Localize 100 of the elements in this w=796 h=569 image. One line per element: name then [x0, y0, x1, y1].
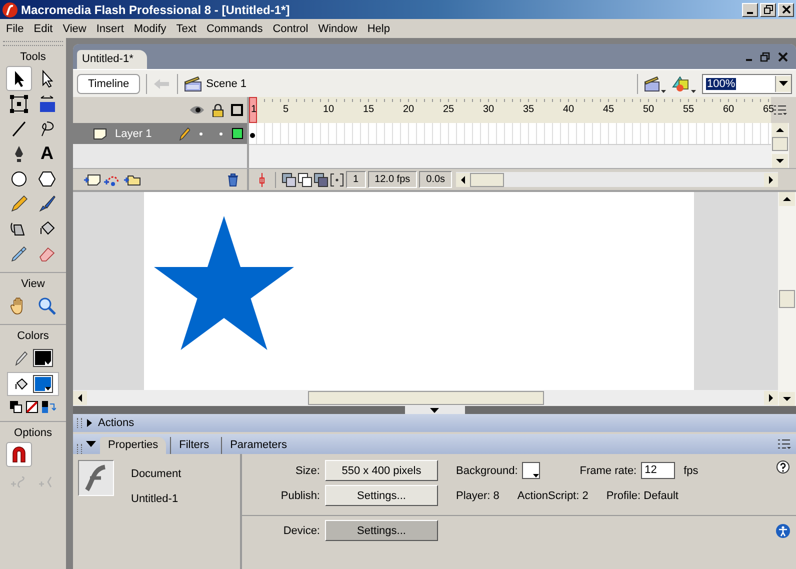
menu-item[interactable]: Commands: [201, 22, 268, 34]
scroll-right-icon[interactable]: [764, 172, 778, 186]
eye-icon[interactable]: [189, 105, 205, 115]
profile-info: Profile: Default: [606, 490, 678, 502]
timeline-button[interactable]: Timeline: [77, 74, 140, 94]
horizontal-scrollbar[interactable]: [73, 390, 778, 406]
collapsed-arrow-icon[interactable]: [86, 418, 94, 428]
onion-markers-icon[interactable]: [330, 172, 344, 186]
free-transform-icon: [9, 94, 29, 114]
background-color-swatch[interactable]: [522, 462, 540, 479]
frame-number: 40: [563, 104, 574, 115]
shapes-menu-icon[interactable]: [672, 74, 696, 92]
panel-splitter[interactable]: [73, 406, 796, 414]
layer-icon: [93, 128, 107, 140]
restore-icon[interactable]: [760, 52, 770, 62]
lock-icon[interactable]: [212, 104, 224, 116]
minimize-icon[interactable]: [746, 58, 752, 60]
minimize-icon: [747, 12, 753, 14]
settings-button[interactable]: Settings...: [325, 520, 438, 541]
panel-tab[interactable]: Properties: [100, 437, 166, 454]
panel-menu-icon[interactable]: [778, 438, 792, 450]
zoom-icon: [37, 296, 57, 316]
field-label: Background:: [456, 464, 518, 476]
frame-number: 55: [683, 104, 694, 115]
add-guide-layer-icon[interactable]: [103, 173, 121, 186]
minimize-button[interactable]: [742, 2, 758, 16]
layer-row[interactable]: Layer 1: [73, 123, 247, 144]
tool-button[interactable]: A: [34, 141, 60, 166]
no-color-icon[interactable]: [26, 401, 38, 413]
scroll-thumb[interactable]: [779, 290, 795, 308]
panel-menu-icon[interactable]: [774, 104, 788, 116]
menu-item[interactable]: File: [1, 22, 29, 34]
panel-title: Actions: [98, 417, 134, 429]
scroll-down-icon[interactable]: [779, 392, 795, 406]
scroll-thumb[interactable]: [308, 391, 544, 405]
playhead[interactable]: [249, 97, 257, 123]
outline-icon[interactable]: [231, 104, 243, 116]
text-tool-glyph: A: [40, 143, 54, 164]
scroll-up-icon[interactable]: [779, 192, 795, 206]
menu-item[interactable]: Edit: [28, 22, 58, 34]
star-shape[interactable]: [154, 216, 294, 350]
size-button[interactable]: 550 x 400 pixels: [325, 460, 438, 481]
swap-colors-icon[interactable]: [42, 401, 56, 413]
vertical-scrollbar[interactable]: [778, 192, 796, 406]
add-layer-icon[interactable]: [83, 173, 101, 186]
clapperboard-menu-icon[interactable]: [644, 74, 666, 92]
scroll-thumb[interactable]: [772, 137, 788, 151]
trash-icon[interactable]: [227, 172, 239, 186]
field-label: Frame rate:: [580, 464, 637, 476]
keyframe[interactable]: [250, 133, 255, 138]
zoom-combo[interactable]: 100%: [702, 74, 792, 94]
vertical-scrollbar[interactable]: [771, 123, 789, 168]
horizontal-scrollbar[interactable]: [456, 172, 778, 187]
tool-button[interactable]: [6, 66, 32, 91]
help-icon[interactable]: [776, 460, 790, 474]
accessibility-icon[interactable]: [776, 524, 790, 538]
scroll-right-icon[interactable]: [764, 391, 778, 405]
menu-item[interactable]: Modify: [128, 22, 172, 34]
scroll-left-icon[interactable]: [456, 172, 470, 186]
document-tab[interactable]: Untitled-1*: [77, 50, 148, 69]
pencil-icon: [14, 350, 28, 366]
panel-grip[interactable]: [3, 41, 63, 46]
frame-rate-field[interactable]: 12: [640, 462, 675, 479]
default-colors-icon[interactable]: [10, 401, 22, 413]
outline-color-swatch[interactable]: [232, 128, 243, 139]
onion-skin-icon[interactable]: [282, 172, 296, 186]
scene-name: Scene 1: [206, 78, 247, 90]
scroll-left-icon[interactable]: [73, 391, 87, 405]
color-swatch[interactable]: [34, 376, 52, 392]
menu-item[interactable]: Control: [268, 22, 314, 34]
edit-multiple-frames-icon[interactable]: [314, 172, 328, 186]
scroll-up-icon[interactable]: [772, 123, 788, 137]
add-folder-icon[interactable]: [123, 173, 141, 186]
onion-outline-icon[interactable]: [298, 172, 312, 186]
close-button[interactable]: [778, 2, 794, 16]
polystar-icon: [37, 168, 57, 188]
stage[interactable]: [144, 192, 694, 390]
option-button[interactable]: [6, 442, 32, 467]
scroll-down-icon[interactable]: [772, 154, 788, 168]
menu-item[interactable]: Window: [313, 22, 362, 34]
settings-button[interactable]: Settings...: [325, 485, 438, 506]
expanded-arrow-icon[interactable]: [86, 439, 96, 449]
color-swatch[interactable]: [34, 350, 52, 366]
restore-button[interactable]: [760, 2, 776, 16]
panel-title: Tools: [20, 51, 46, 63]
field-label: Size:: [294, 464, 320, 476]
actions-panel-header[interactable]: Actions: [73, 414, 796, 434]
oval-icon: [9, 168, 29, 188]
menu-item[interactable]: Help: [362, 22, 395, 34]
menu-item[interactable]: Text: [171, 22, 202, 34]
close-icon[interactable]: [778, 52, 788, 62]
frame-number: 35: [523, 104, 534, 115]
layer-name: Layer 1: [115, 128, 152, 140]
collapse-arrow-icon[interactable]: [430, 408, 439, 412]
unit-label: fps: [684, 464, 698, 476]
scroll-thumb[interactable]: [470, 172, 504, 186]
fill-color-control[interactable]: [7, 372, 59, 396]
menu-item[interactable]: View: [58, 22, 92, 34]
caret-icon: [532, 474, 539, 478]
menu-item[interactable]: Insert: [91, 22, 129, 34]
